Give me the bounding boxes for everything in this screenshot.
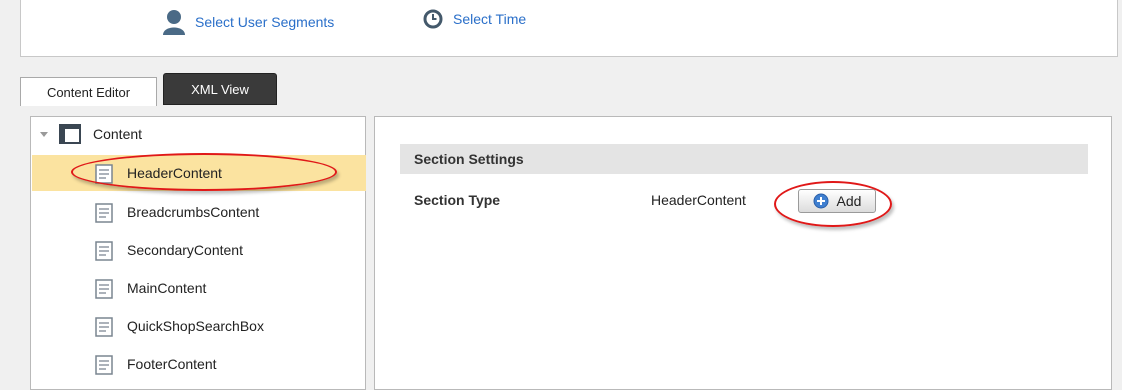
- tree-item-label: SecondaryContent: [127, 242, 243, 258]
- tab-content-editor[interactable]: Content Editor: [20, 77, 157, 106]
- section-editor: Section Settings Section Type HeaderCont…: [374, 116, 1112, 390]
- segment-toolbar: Select User Segments Select Time: [20, 0, 1118, 57]
- add-button-label: Add: [836, 193, 862, 209]
- section-type-value: HeaderContent: [651, 192, 746, 208]
- document-icon: [95, 203, 113, 223]
- tree-item-maincontent[interactable]: MainContent: [32, 270, 366, 306]
- tree-item-label: FooterContent: [127, 356, 217, 372]
- document-icon: [95, 317, 113, 337]
- tree-item-footercontent[interactable]: FooterContent: [32, 346, 366, 382]
- tree-root[interactable]: Content: [39, 123, 142, 145]
- tree-item-secondarycontent[interactable]: SecondaryContent: [32, 232, 366, 268]
- tree-root-label: Content: [93, 126, 143, 142]
- tree-item-label: BreadcrumbsContent: [127, 204, 260, 220]
- select-time-link[interactable]: Select Time: [423, 9, 526, 29]
- select-time-label: Select Time: [453, 11, 527, 27]
- collapse-arrow-icon[interactable]: [39, 129, 49, 139]
- clock-icon: [423, 9, 443, 29]
- document-icon: [95, 355, 113, 375]
- tree-item-label: QuickShopSearchBox: [127, 318, 264, 334]
- plus-circle-icon: [813, 193, 829, 209]
- add-button[interactable]: Add: [798, 189, 876, 213]
- document-icon: [95, 164, 113, 184]
- tree-item-headercontent[interactable]: HeaderContent: [32, 155, 366, 191]
- section-type-label: Section Type: [414, 192, 501, 208]
- section-settings-header: Section Settings: [400, 144, 1088, 174]
- tree-item-label: HeaderContent: [127, 165, 222, 181]
- user-icon: [163, 10, 185, 35]
- section-settings-title: Section Settings: [414, 151, 524, 167]
- tree-item-quickshopsearchbox[interactable]: QuickShopSearchBox: [32, 308, 366, 344]
- tree-item-label: MainContent: [127, 280, 207, 296]
- select-user-segments-link[interactable]: Select User Segments: [163, 9, 334, 35]
- select-user-segments-label: Select User Segments: [195, 14, 335, 30]
- layout-icon: [59, 124, 81, 144]
- tree-item-breadcrumbscontent[interactable]: BreadcrumbsContent: [32, 194, 366, 230]
- document-icon: [95, 241, 113, 261]
- tab-xml-view[interactable]: XML View: [163, 73, 277, 105]
- content-tree: Content HeaderContent BreadcrumbsContent…: [30, 116, 366, 390]
- document-icon: [95, 279, 113, 299]
